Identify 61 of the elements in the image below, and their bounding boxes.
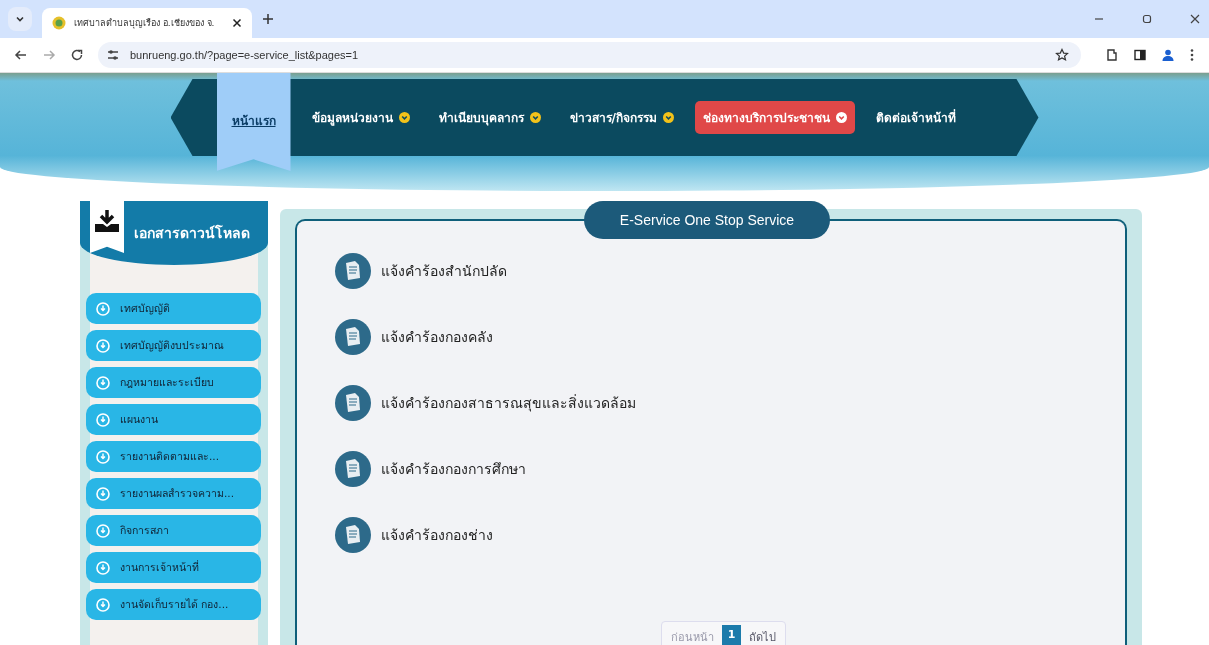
chevron-down-icon <box>662 112 674 123</box>
download-circle-icon <box>96 375 110 390</box>
service-link[interactable]: แจ้งคำร้องกองการศึกษา <box>335 451 1125 487</box>
url-text: bunrueng.go.th/?page=e-service_list&pages=1 <box>130 49 359 61</box>
sidebar-item[interactable]: งานจัดเก็บรายได้ กอง... <box>86 589 261 620</box>
sidebar-item[interactable]: รายงานผลสำรวจความ... <box>86 478 261 509</box>
chevron-down-icon <box>398 112 410 123</box>
chevron-down-icon <box>835 112 847 123</box>
reload-icon[interactable] <box>70 48 84 62</box>
document-icon <box>335 451 371 487</box>
nav-item[interactable]: ช่องทางบริการประชาชน <box>694 101 855 134</box>
browser-tab[interactable]: เทศบาลตำบลบุญเรือง อ.เชียงของ จ. <box>42 8 252 38</box>
nav-item[interactable]: ข่าวสาร/กิจกรรม <box>561 101 682 134</box>
star-icon[interactable] <box>1055 48 1069 62</box>
site-settings-icon[interactable] <box>106 48 120 62</box>
panel-title: E-Service One Stop Service <box>584 201 830 239</box>
menu-icon[interactable] <box>1189 48 1195 62</box>
download-circle-icon <box>96 338 110 353</box>
emblem-icon <box>52 16 66 30</box>
nav-item[interactable]: ข้อมูลหน่วยงาน <box>303 101 418 134</box>
sidebar-item[interactable]: งานการเจ้าหน้าที่ <box>86 552 261 583</box>
sidebar-item[interactable]: กฎหมายและระเบียบ <box>86 367 261 398</box>
close-icon[interactable] <box>1189 13 1201 25</box>
chevron-down-icon <box>15 14 25 24</box>
tab-list-button[interactable] <box>8 7 32 31</box>
service-link[interactable]: แจ้งคำร้องสำนักปลัด <box>335 253 1125 289</box>
download-circle-icon <box>96 412 110 427</box>
new-tab-icon[interactable] <box>262 13 274 25</box>
document-icon <box>335 253 371 289</box>
nav-item[interactable]: หน้าแรก <box>216 73 291 171</box>
nav-item[interactable]: ทำเนียบบุคลากร <box>430 101 549 134</box>
profile-icon[interactable] <box>1161 48 1175 62</box>
sidebar-item[interactable]: รายงานติดตามและ... <box>86 441 261 472</box>
back-arrow-icon[interactable] <box>14 48 28 62</box>
side-panel-icon[interactable] <box>1133 48 1147 62</box>
document-icon <box>335 319 371 355</box>
service-link[interactable]: แจ้งคำร้องกองสาธารณสุขและสิ่งแวดล้อม <box>335 385 1125 421</box>
address-bar[interactable]: bunrueng.go.th/?page=e-service_list&pages=1 <box>98 42 1081 68</box>
nav-item[interactable]: ติดต่อเจ้าหน้าที่ <box>867 101 964 134</box>
document-icon <box>335 517 371 553</box>
close-icon[interactable] <box>232 18 242 28</box>
download-icon <box>94 209 120 233</box>
restore-icon[interactable] <box>1141 13 1153 25</box>
service-link[interactable]: แจ้งคำร้องกองช่าง <box>335 517 1125 553</box>
download-circle-icon <box>96 560 110 575</box>
pagination-button[interactable]: ถัดไป <box>743 625 783 645</box>
chevron-down-icon <box>529 112 541 123</box>
download-circle-icon <box>96 597 110 612</box>
pagination-button[interactable]: 1 <box>721 625 742 645</box>
sidebar-title: เอกสารดาวน์โหลด <box>134 223 250 243</box>
document-icon <box>335 385 371 421</box>
sidebar-item[interactable]: กิจการสภา <box>86 515 261 546</box>
sidebar-item[interactable]: เทศบัญญัติงบประมาณ <box>86 330 261 361</box>
service-link[interactable]: แจ้งคำร้องกองคลัง <box>335 319 1125 355</box>
download-circle-icon <box>96 449 110 464</box>
download-circle-icon <box>96 486 110 501</box>
download-circle-icon <box>96 301 110 316</box>
sidebar-item[interactable]: เทศบัญญัติ <box>86 293 261 324</box>
sidebar-item[interactable]: แผนงาน <box>86 404 261 435</box>
download-circle-icon <box>96 523 110 538</box>
tab-title: เทศบาลตำบลบุญเรือง อ.เชียงของ จ. <box>74 17 216 30</box>
